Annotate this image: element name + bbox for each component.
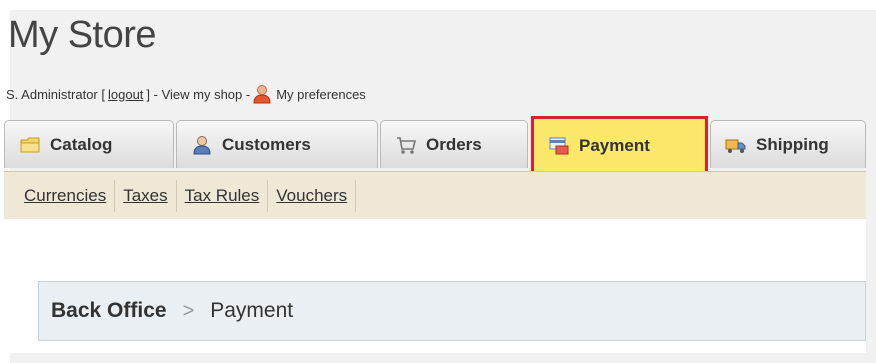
cart-icon [397,136,417,154]
tab-label: Catalog [50,134,113,154]
subnav-item-currencies[interactable]: Currencies [4,179,116,212]
logout-link[interactable]: logout [108,87,143,102]
sub-navigation: Currencies Taxes Tax Rules Vouchers [4,171,866,220]
folder-icon [20,137,40,152]
truck-icon [725,139,746,153]
store-title: My Store [8,14,157,56]
tab-payment[interactable]: Payment [531,116,708,176]
tab-shipping[interactable]: Shipping [710,120,866,168]
customers-icon [193,135,211,154]
preferences-link[interactable]: My preferences [276,87,366,102]
breadcrumb-home[interactable]: Back Office [51,299,167,323]
subnav-item-vouchers[interactable]: Vouchers [268,179,357,212]
admin-bar: S. Administrator [ logout ] - View my sh… [6,84,366,104]
breadcrumb-current: Payment [210,299,294,322]
user-preferences-icon [253,85,271,104]
tab-orders[interactable]: Orders [380,120,528,168]
payment-icon [549,137,569,155]
tab-catalog[interactable]: Catalog [4,120,174,168]
breadcrumb-separator-icon: > [182,299,195,322]
tab-label: Shipping [756,134,829,154]
subnav-item-taxes[interactable]: Taxes [115,179,177,212]
tab-label: Orders [426,134,482,154]
view-shop-link[interactable]: ] - View my shop - [146,87,250,102]
main-tabs: Catalog Customers Orders Payment Shippin… [4,116,866,176]
tab-customers[interactable]: Customers [176,120,378,168]
admin-name: S. Administrator [ [6,86,105,102]
tab-label: Payment [579,136,650,155]
tab-label: Customers [222,134,311,154]
breadcrumb: Back Office > Payment [38,281,866,341]
subnav-item-tax-rules[interactable]: Tax Rules [177,179,269,212]
